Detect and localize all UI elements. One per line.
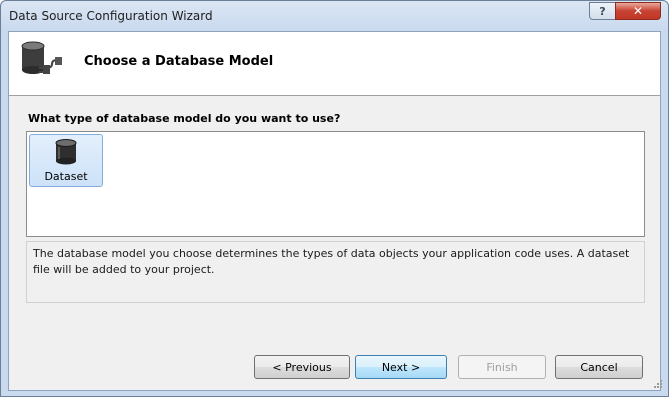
database-icon: [55, 139, 77, 165]
finish-button[interactable]: Finish: [458, 355, 546, 379]
model-description: The database model you choose determines…: [26, 241, 645, 303]
database-connect-icon: [21, 41, 62, 74]
model-list[interactable]: Dataset: [26, 131, 645, 237]
model-item-dataset[interactable]: Dataset: [29, 134, 103, 187]
question-label: What type of database model do you want …: [28, 112, 341, 125]
title-bar[interactable]: Data Source Configuration Wizard ? ✕: [1, 1, 668, 31]
close-icon: ✕: [632, 4, 644, 18]
dialog-body: Choose a Database Model What type of dat…: [8, 31, 663, 391]
page-title: Choose a Database Model: [84, 54, 274, 69]
previous-button[interactable]: < Previous: [254, 355, 350, 379]
next-button[interactable]: Next >: [355, 355, 447, 379]
wizard-window: Data Source Configuration Wizard ? ✕ Cho…: [0, 0, 669, 397]
wizard-header: Choose a Database Model: [9, 32, 660, 96]
help-button[interactable]: ?: [589, 2, 616, 20]
cancel-button[interactable]: Cancel: [555, 355, 643, 379]
window-title: Data Source Configuration Wizard: [9, 9, 213, 23]
model-item-label: Dataset: [44, 170, 88, 183]
resize-grip-icon[interactable]: [653, 379, 663, 389]
close-button[interactable]: ✕: [615, 2, 661, 20]
